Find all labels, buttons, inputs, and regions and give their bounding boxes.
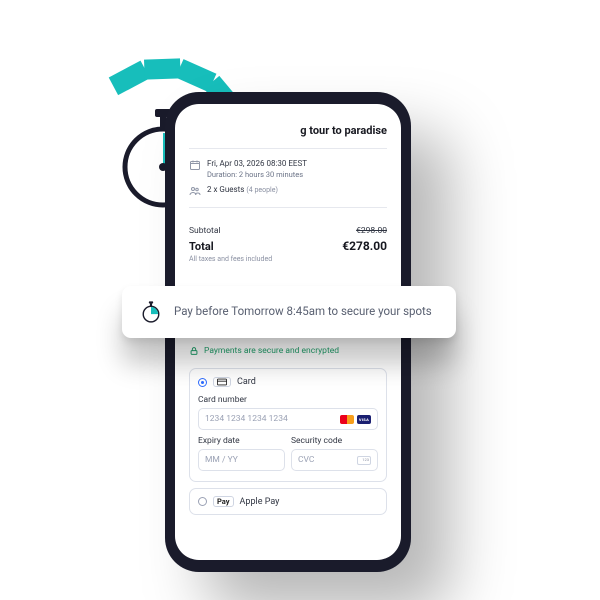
expiry-label: Expiry date [198, 436, 285, 446]
stopwatch-small-icon [140, 300, 162, 324]
guests-row: 2 x Guests (4 people) [189, 185, 387, 197]
guests-extra: (4 people) [246, 186, 277, 194]
card-option-label: Card [237, 377, 256, 387]
secure-text: Payments are secure and encrypted [204, 346, 339, 356]
divider [189, 148, 387, 149]
fees-note: All taxes and fees included [189, 255, 387, 263]
applepay-glyph-icon: Pay [213, 496, 234, 507]
product-title: g tour to paradise [189, 124, 387, 138]
lock-icon [189, 341, 199, 360]
pay-deadline-callout: Pay before Tomorrow 8:45am to secure you… [122, 286, 456, 338]
subtotal-value: €298.00 [356, 226, 387, 236]
cvc-input[interactable]: CVC [291, 449, 378, 471]
card-glyph-icon [213, 377, 231, 387]
applepay-option[interactable]: Pay Apple Pay [189, 488, 387, 515]
total-value: €278.00 [342, 239, 387, 253]
mastercard-icon [340, 415, 354, 424]
applepay-radio[interactable] [198, 497, 207, 506]
visa-icon [357, 415, 371, 424]
datetime-row: Fri, Apr 03, 2026 08:30 EEST Duration: 2… [189, 159, 387, 179]
cvc-placeholder: CVC [298, 455, 314, 465]
card-number-input[interactable]: 1234 1234 1234 1234 [198, 408, 378, 430]
cvc-icon [357, 456, 371, 465]
divider [189, 207, 387, 208]
expiry-placeholder: MM / YY [205, 455, 238, 465]
expiry-input[interactable]: MM / YY [198, 449, 285, 471]
calendar-icon [189, 159, 201, 171]
callout-text: Pay before Tomorrow 8:45am to secure you… [174, 304, 432, 320]
datetime-text: Fri, Apr 03, 2026 08:30 EEST [207, 159, 307, 170]
card-number-label: Card number [198, 395, 378, 405]
applepay-label: Apple Pay [240, 497, 280, 507]
total-label: Total [189, 240, 214, 253]
card-option[interactable]: Card Card number 1234 1234 1234 1234 Exp… [189, 368, 387, 482]
cvc-label: Security code [291, 436, 378, 446]
guests-text: 2 x Guests [207, 185, 244, 194]
card-radio[interactable] [198, 378, 207, 387]
card-number-placeholder: 1234 1234 1234 1234 [205, 414, 288, 424]
subtotal-label: Subtotal [189, 226, 221, 236]
duration-text: Duration: 2 hours 30 minutes [207, 170, 307, 179]
people-icon [189, 185, 201, 197]
